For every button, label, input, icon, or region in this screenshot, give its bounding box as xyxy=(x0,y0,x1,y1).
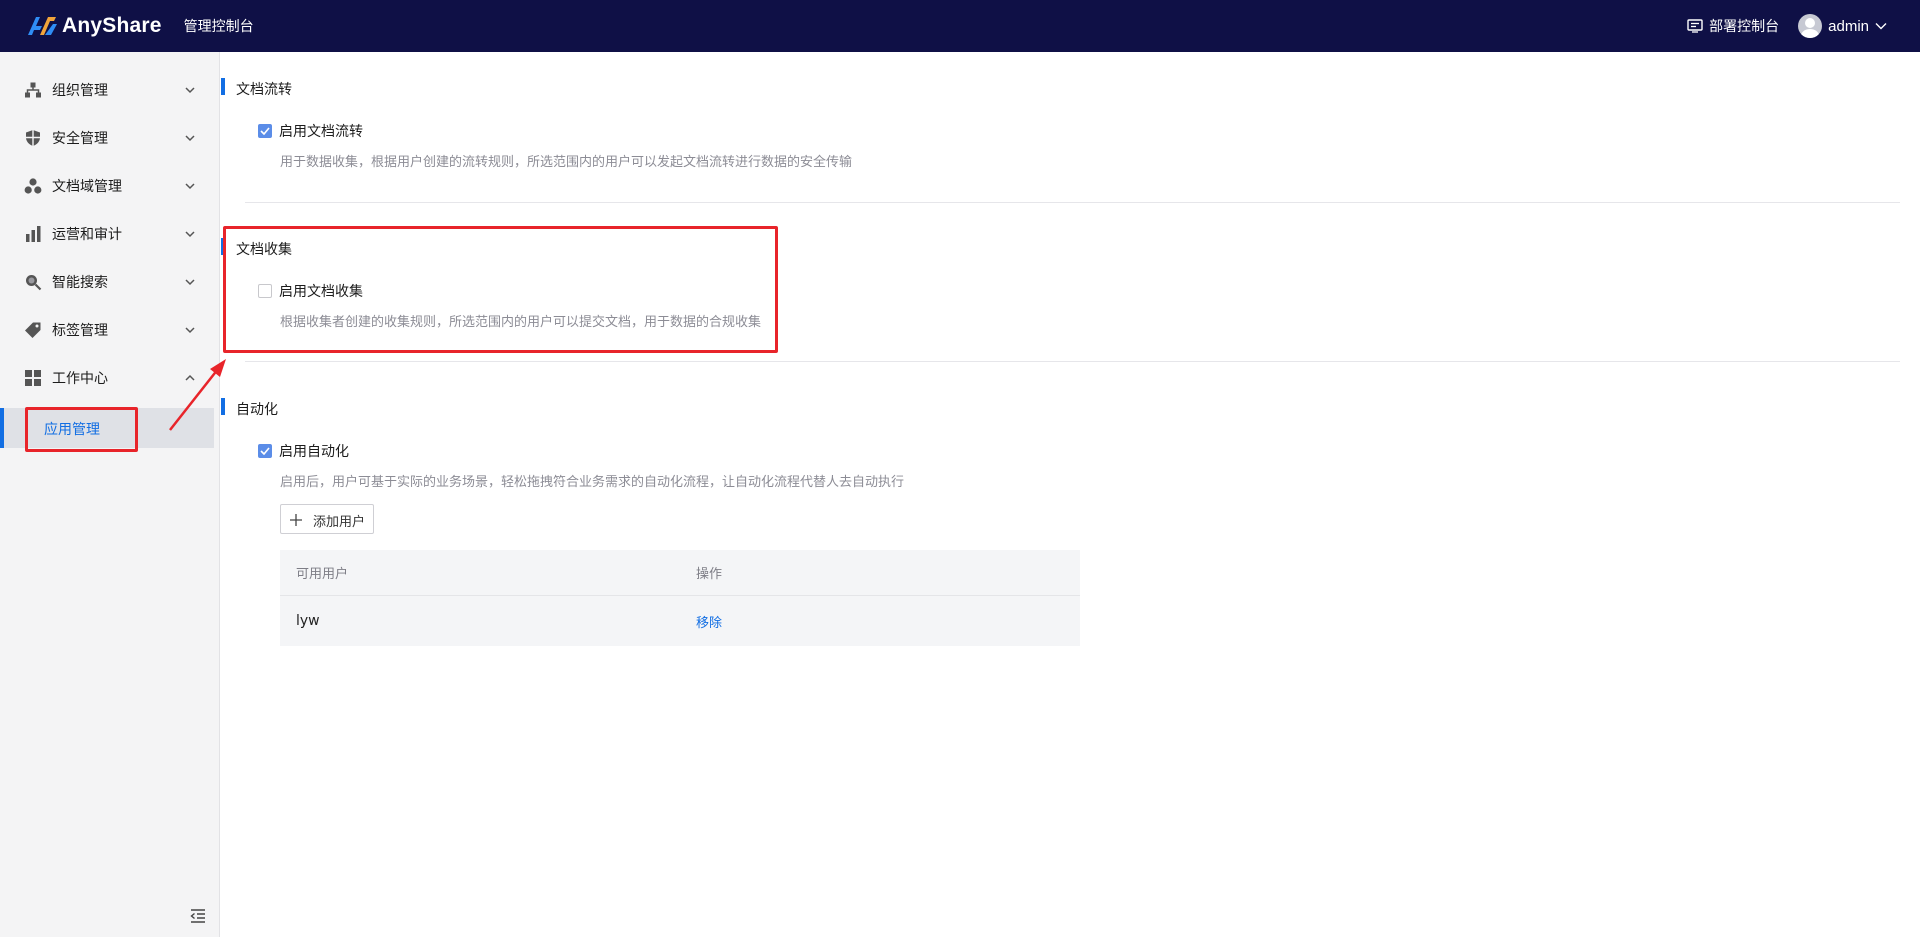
sidebar-item-label: 标签管理 xyxy=(52,323,108,339)
top-header: AnyShare 管理控制台 部署控制台 admin xyxy=(0,0,1920,52)
grid-icon xyxy=(24,369,42,387)
deploy-console-icon xyxy=(1687,19,1703,33)
sidebar: 组织管理 安全管理 文档域管理 运营和审计 智能搜索 标签管理 工作中心 应用管… xyxy=(0,52,220,937)
chevron-down-icon xyxy=(185,87,195,94)
tag-icon xyxy=(24,321,42,339)
main-content: 文档流转 启用文档流转 用于数据收集，根据用户创建的流转规则，所选范围内的用户可… xyxy=(221,52,1920,937)
checkbox-label: 启用自动化 xyxy=(279,444,349,460)
collapse-sidebar-icon[interactable] xyxy=(190,908,206,924)
brand-name: AnyShare xyxy=(62,14,162,37)
sidebar-item-ops-audit[interactable]: 运营和审计 xyxy=(0,210,220,258)
check-icon xyxy=(260,127,270,135)
sidebar-item-label: 文档域管理 xyxy=(52,179,122,195)
user-menu[interactable]: admin xyxy=(1798,14,1887,38)
section-title-text: 文档流转 xyxy=(236,82,292,98)
sidebar-item-org[interactable]: 组织管理 xyxy=(0,66,220,114)
search-icon xyxy=(24,273,42,291)
sidebar-item-label: 运营和审计 xyxy=(52,227,122,243)
sidebar-subitem-label: 应用管理 xyxy=(44,422,100,438)
automation-description: 启用后，用户可基于实际的业务场景，轻松拖拽符合业务需求的自动化流程，让自动化流程… xyxy=(280,475,905,490)
console-title: 管理控制台 xyxy=(183,19,254,35)
sidebar-item-doc-domain[interactable]: 文档域管理 xyxy=(0,162,220,210)
section-marker xyxy=(221,398,225,415)
avatar xyxy=(1798,14,1823,38)
column-header-user: 可用用户 xyxy=(296,567,349,582)
plus-icon xyxy=(290,514,302,526)
add-user-label: 添加用户 xyxy=(313,515,366,530)
username: admin xyxy=(1828,17,1869,35)
sidebar-item-label: 安全管理 xyxy=(52,131,108,147)
sidebar-item-label: 组织管理 xyxy=(52,83,108,99)
sidebar-item-label: 智能搜索 xyxy=(52,275,108,291)
anyshare-logo-icon xyxy=(28,17,57,35)
checkbox-box[interactable] xyxy=(258,124,272,138)
checkbox-box[interactable] xyxy=(258,444,272,458)
doc-flow-description: 用于数据收集，根据用户创建的流转规则，所选范围内的用户可以发起文档流转进行数据的… xyxy=(280,155,853,170)
sidebar-item-smart-search[interactable]: 智能搜索 xyxy=(0,258,220,306)
sidebar-item-work-center[interactable]: 工作中心 xyxy=(0,354,220,402)
section-marker xyxy=(221,238,225,255)
enable-doc-flow-checkbox[interactable]: 启用文档流转 xyxy=(258,121,363,141)
column-header-action: 操作 xyxy=(696,567,723,582)
active-indicator xyxy=(0,408,4,448)
sidebar-item-label: 工作中心 xyxy=(52,371,108,387)
chevron-up-icon xyxy=(185,374,195,381)
add-user-button[interactable]: 添加用户 xyxy=(280,504,374,534)
doc-domain-icon xyxy=(24,177,42,195)
chevron-down-icon xyxy=(185,327,195,334)
remove-user-link[interactable]: 移除 xyxy=(696,596,722,646)
user-cell: lyw xyxy=(296,613,320,629)
chevron-down-icon xyxy=(1875,23,1887,30)
enable-automation-checkbox[interactable]: 启用自动化 xyxy=(258,441,349,461)
chevron-down-icon xyxy=(185,231,195,238)
check-icon xyxy=(260,447,270,455)
bar-chart-icon xyxy=(24,225,42,243)
chevron-down-icon xyxy=(185,135,195,142)
chevron-down-icon xyxy=(185,279,195,286)
chevron-down-icon xyxy=(185,183,195,190)
available-users-table: 可用用户 操作 lyw 移除 xyxy=(280,550,1080,646)
section-title-text: 自动化 xyxy=(236,402,278,418)
sidebar-item-tags[interactable]: 标签管理 xyxy=(0,306,220,354)
checkbox-label: 启用文档收集 xyxy=(279,284,363,300)
table-row: lyw 移除 xyxy=(280,596,1080,646)
sidebar-subitem-app-management[interactable]: 应用管理 xyxy=(0,408,214,448)
doc-collect-description: 根据收集者创建的收集规则，所选范围内的用户可以提交文档，用于数据的合规收集 xyxy=(280,315,762,330)
section-title-text: 文档收集 xyxy=(236,242,292,258)
section-divider xyxy=(245,202,1900,203)
deploy-console-label: 部署控制台 xyxy=(1709,19,1780,35)
org-tree-icon xyxy=(24,81,42,99)
deploy-console-link[interactable]: 部署控制台 xyxy=(1687,16,1779,36)
checkbox-label: 启用文档流转 xyxy=(279,124,363,140)
brand-logo[interactable]: AnyShare xyxy=(26,14,162,38)
checkbox-box[interactable] xyxy=(258,284,272,298)
table-header: 可用用户 操作 xyxy=(280,550,1080,596)
section-marker xyxy=(221,78,225,95)
shield-icon xyxy=(24,129,42,147)
sidebar-item-security[interactable]: 安全管理 xyxy=(0,114,220,162)
enable-doc-collect-checkbox[interactable]: 启用文档收集 xyxy=(258,281,363,301)
section-divider xyxy=(245,361,1900,362)
